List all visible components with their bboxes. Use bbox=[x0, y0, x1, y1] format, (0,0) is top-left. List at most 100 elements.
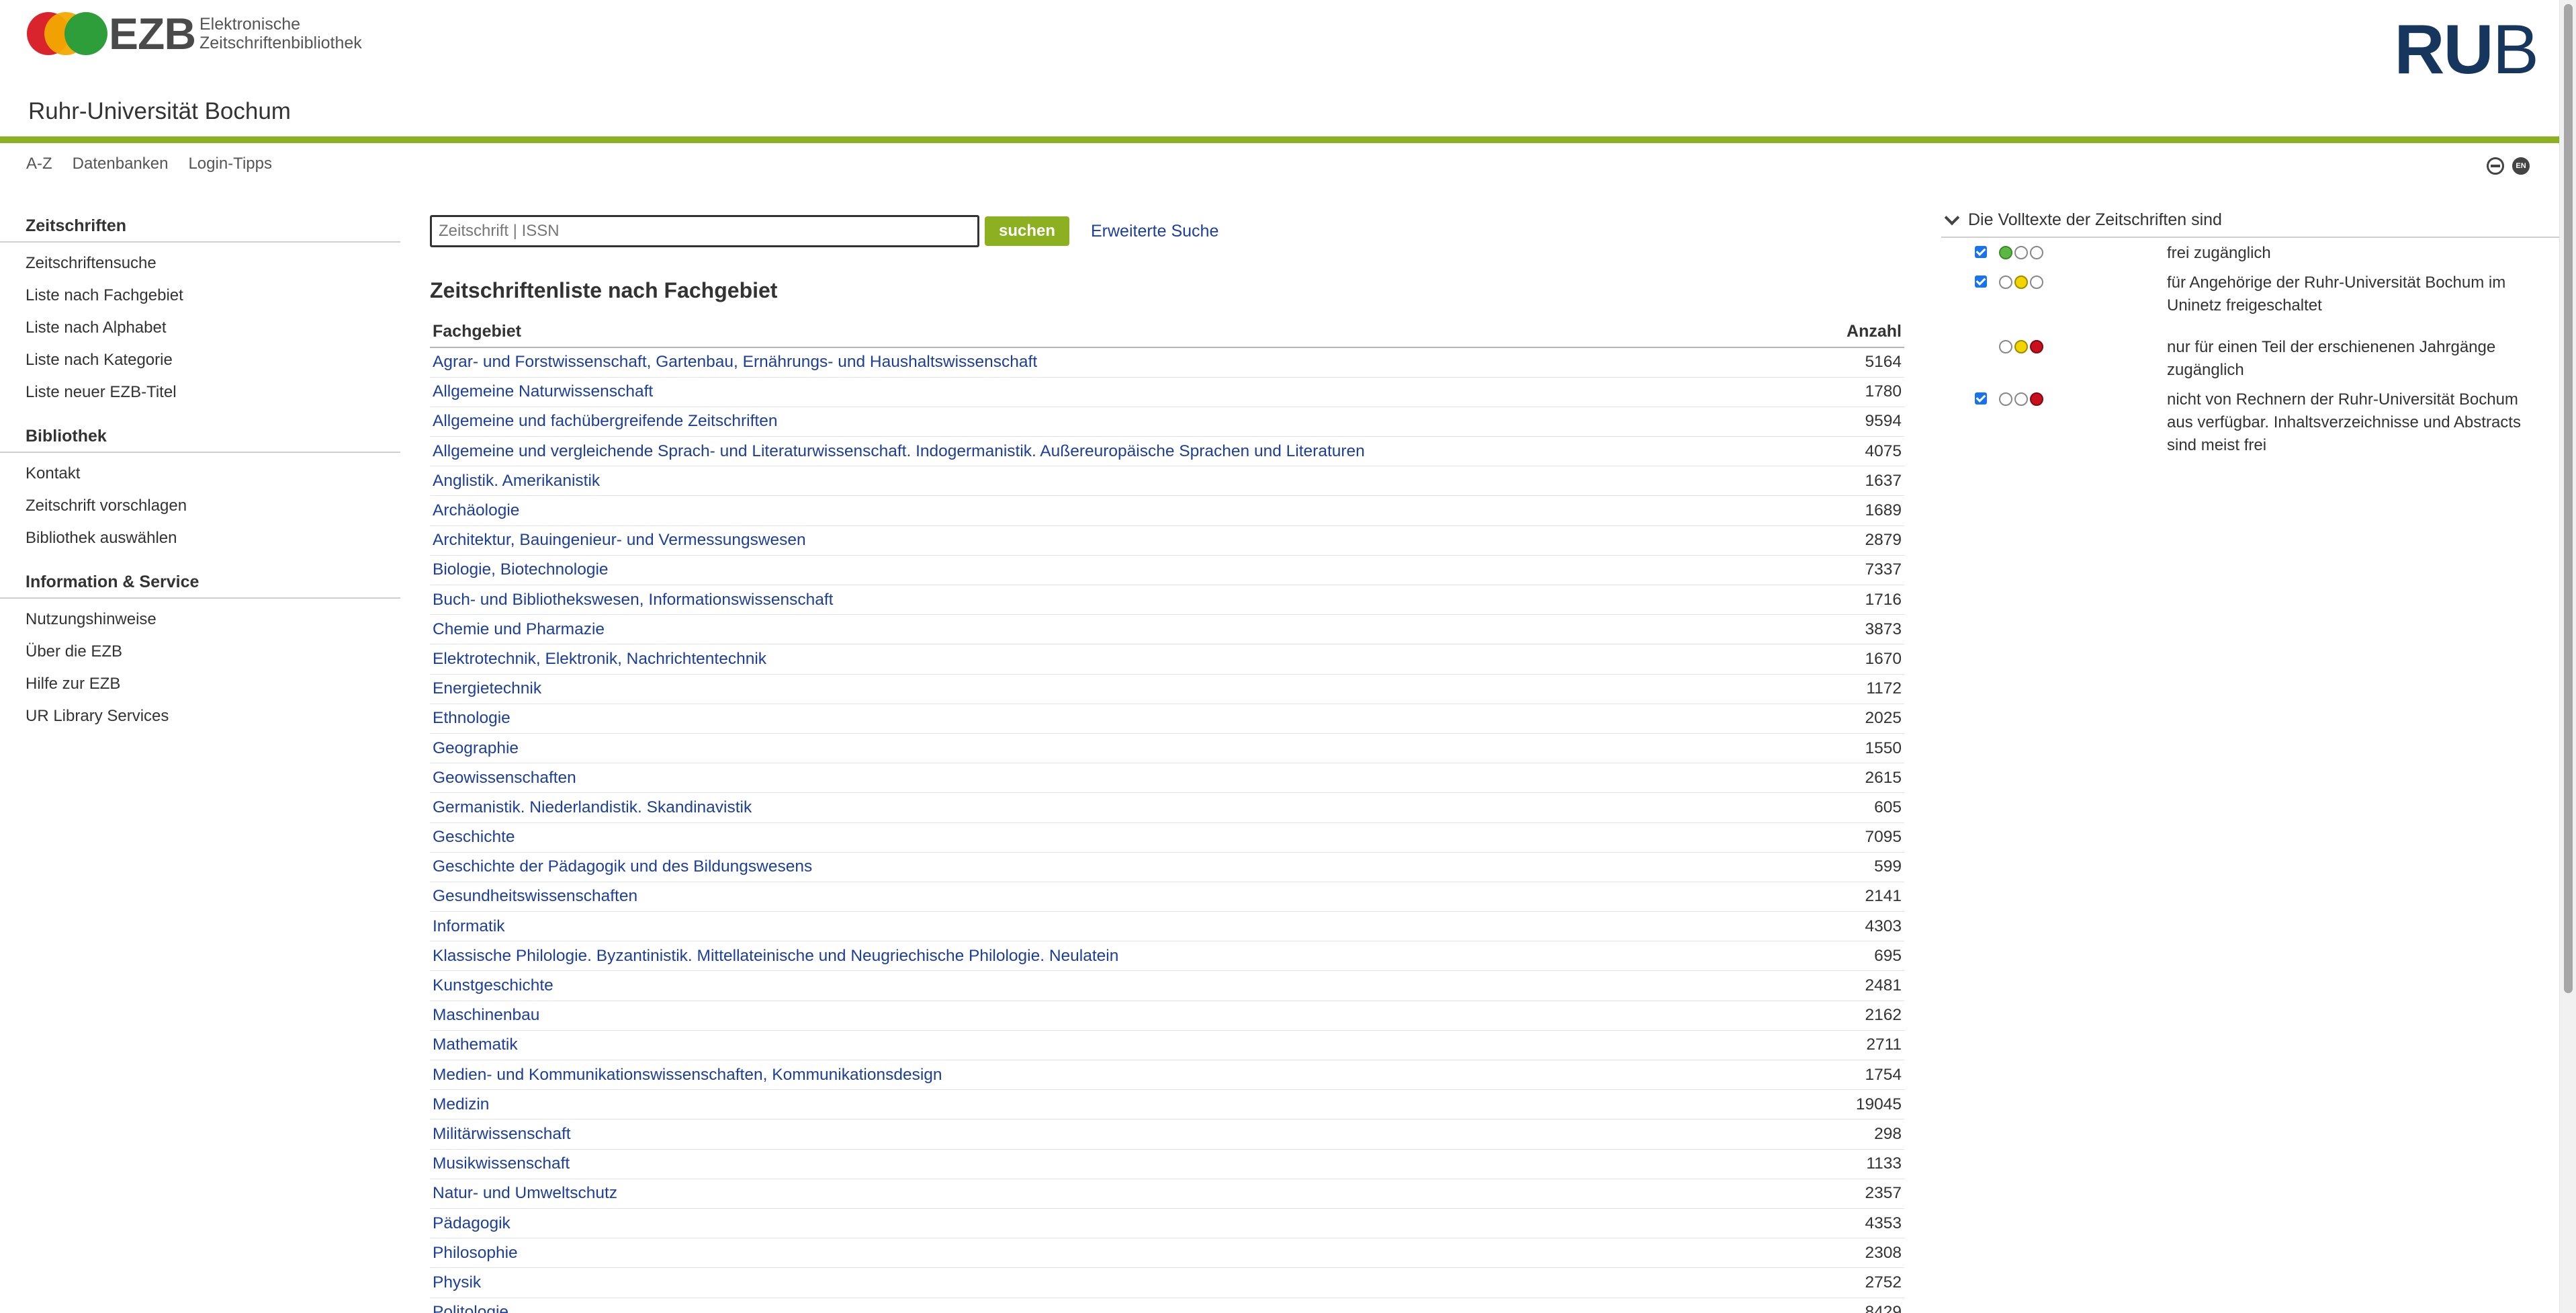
nav-login-tipps[interactable]: Login-Tipps bbox=[188, 155, 272, 173]
table-row: Klassische Philologie. Byzantinistik. Mi… bbox=[430, 941, 1904, 972]
search-bar: suchen Erweiterte Suche bbox=[430, 215, 1904, 247]
subject-link[interactable]: Militärwissenschaft bbox=[430, 1119, 1816, 1150]
language-en-icon[interactable]: EN bbox=[2512, 157, 2530, 175]
subject-link[interactable]: Geschichte bbox=[430, 822, 1816, 853]
subject-link[interactable]: Natur- und Umweltschutz bbox=[430, 1179, 1816, 1209]
nav-a-z[interactable]: A-Z bbox=[26, 155, 52, 173]
subject-count: 7095 bbox=[1815, 822, 1904, 853]
subject-link[interactable]: Ethnologie bbox=[430, 704, 1816, 734]
traffic-light-icon bbox=[1999, 392, 2043, 406]
legend-checkbox[interactable] bbox=[1975, 246, 1987, 258]
main-content: suchen Erweiterte Suche Zeitschriftenlis… bbox=[430, 215, 1904, 1313]
subject-link[interactable]: Archäologie bbox=[430, 495, 1816, 526]
sidebar-item-neue-titel[interactable]: Liste neuer EZB-Titel bbox=[0, 376, 400, 408]
sidebar-item-zeitschriftensuche[interactable]: Zeitschriftensuche bbox=[0, 247, 400, 279]
subject-link[interactable]: Medien- und Kommunikationswissenschaften… bbox=[430, 1060, 1816, 1091]
subject-count: 599 bbox=[1815, 852, 1904, 882]
subject-link[interactable]: Kunstgeschichte bbox=[430, 970, 1816, 1001]
subject-link[interactable]: Philosophie bbox=[430, 1238, 1816, 1269]
search-button[interactable]: suchen bbox=[985, 216, 1069, 246]
subject-link[interactable]: Geographie bbox=[430, 733, 1816, 764]
sidebar-item-hilfe[interactable]: Hilfe zur EZB bbox=[0, 667, 400, 700]
subject-link[interactable]: Gesundheitswissenschaften bbox=[430, 882, 1816, 913]
table-row: Allgemeine und fachübergreifende Zeitsch… bbox=[430, 407, 1904, 437]
ezb-logo-subtitle: Elektronische Zeitschriftenbibliothek bbox=[199, 15, 362, 52]
table-row: Politologie 8429 bbox=[430, 1298, 1904, 1313]
subject-count: 2308 bbox=[1815, 1238, 1904, 1269]
subject-link[interactable]: Musikwissenschaft bbox=[430, 1149, 1816, 1179]
subject-count: 2141 bbox=[1815, 882, 1904, 913]
subject-link[interactable]: Chemie und Pharmazie bbox=[430, 614, 1816, 645]
subject-link[interactable]: Maschinenbau bbox=[430, 1001, 1816, 1031]
sidebar-item-zeitschrift-vorschlagen[interactable]: Zeitschrift vorschlagen bbox=[0, 489, 400, 521]
subject-link[interactable]: Anglistik. Amerikanistik bbox=[430, 466, 1816, 497]
contrast-toggle-icon[interactable] bbox=[2487, 157, 2504, 175]
table-row: Energietechnik 1172 bbox=[430, 674, 1904, 704]
subject-link[interactable]: Mathematik bbox=[430, 1030, 1816, 1061]
sidebar-item-liste-alphabet[interactable]: Liste nach Alphabet bbox=[0, 311, 400, 343]
advanced-search-link[interactable]: Erweiterte Suche bbox=[1091, 222, 1218, 241]
subject-count: 1670 bbox=[1815, 644, 1904, 675]
subject-link[interactable]: Medizin bbox=[430, 1089, 1816, 1120]
legend-title: Die Volltexte der Zeitschriften sind bbox=[1968, 210, 2222, 229]
subject-link[interactable]: Informatik bbox=[430, 911, 1816, 942]
legend-entry: frei zugänglich bbox=[1941, 242, 2559, 271]
legend-text: nur für einen Teil der erschienenen Jahr… bbox=[2167, 338, 2496, 379]
subject-link[interactable]: Energietechnik bbox=[430, 674, 1816, 704]
subject-link[interactable]: Germanistik. Niederlandistik. Skandinavi… bbox=[430, 792, 1816, 823]
subject-link[interactable]: Biologie, Biotechnologie bbox=[430, 555, 1816, 586]
table-row: Geschichte 7095 bbox=[430, 822, 1904, 853]
access-legend: Die Volltexte der Zeitschriften sind fre… bbox=[1941, 210, 2559, 456]
sidebar-item-ueber-ezb[interactable]: Über die EZB bbox=[0, 635, 400, 667]
scrollbar-thumb[interactable] bbox=[2564, 4, 2573, 993]
nav-datenbanken[interactable]: Datenbanken bbox=[73, 155, 169, 173]
rub-logo[interactable]: RUB bbox=[2394, 15, 2539, 85]
sidebar-heading: Zeitschriften bbox=[0, 214, 400, 243]
subject-link[interactable]: Architektur, Bauingenieur- und Vermessun… bbox=[430, 525, 1816, 556]
top-navigation: A-Z Datenbanken Login-Tipps bbox=[26, 155, 272, 173]
sidebar-item-liste-fachgebiet[interactable]: Liste nach Fachgebiet bbox=[0, 279, 400, 311]
ezb-logo[interactable]: EZB Elektronische Zeitschriftenbibliothe… bbox=[27, 11, 362, 56]
sidebar-item-liste-kategorie[interactable]: Liste nach Kategorie bbox=[0, 343, 400, 376]
subject-count: 1754 bbox=[1815, 1060, 1904, 1091]
subject-link[interactable]: Elektrotechnik, Elektronik, Nachrichtent… bbox=[430, 644, 1816, 675]
subject-link[interactable]: Allgemeine Naturwissenschaft bbox=[430, 377, 1816, 407]
subject-link[interactable]: Agrar- und Forstwissenschaft, Gartenbau,… bbox=[430, 347, 1816, 378]
legend-checkbox[interactable] bbox=[1975, 392, 1987, 405]
subject-count: 1133 bbox=[1815, 1149, 1904, 1179]
subject-count: 2879 bbox=[1815, 525, 1904, 556]
subject-count: 8429 bbox=[1815, 1298, 1904, 1313]
sidebar-item-bibliothek-auswaehlen[interactable]: Bibliothek auswählen bbox=[0, 521, 400, 554]
traffic-light-icon bbox=[1999, 340, 2043, 353]
legend-header[interactable]: Die Volltexte der Zeitschriften sind bbox=[1941, 210, 2559, 238]
table-row: Archäologie 1689 bbox=[430, 495, 1904, 526]
sidebar-heading: Bibliothek bbox=[0, 424, 400, 453]
subject-link[interactable]: Allgemeine und vergleichende Sprach- und… bbox=[430, 436, 1816, 467]
sidebar-item-ur-library-services[interactable]: UR Library Services bbox=[0, 700, 400, 732]
subject-link[interactable]: Allgemeine und fachübergreifende Zeitsch… bbox=[430, 407, 1816, 437]
sidebar-item-nutzungshinweise[interactable]: Nutzungshinweise bbox=[0, 603, 400, 635]
vertical-scrollbar[interactable] bbox=[2559, 0, 2576, 1313]
chevron-down-icon[interactable] bbox=[1944, 210, 1960, 225]
column-header-anzahl: Anzahl bbox=[1815, 318, 1904, 348]
subject-link[interactable]: Physik bbox=[430, 1267, 1816, 1298]
subject-count: 1780 bbox=[1815, 377, 1904, 407]
table-row: Germanistik. Niederlandistik. Skandinavi… bbox=[430, 792, 1904, 823]
search-input[interactable] bbox=[430, 215, 979, 247]
subject-link[interactable]: Klassische Philologie. Byzantinistik. Mi… bbox=[430, 941, 1816, 972]
legend-checkbox[interactable] bbox=[1975, 276, 1987, 288]
subject-count: 2711 bbox=[1815, 1030, 1904, 1061]
subject-count: 2025 bbox=[1815, 704, 1904, 734]
legend-entry: für Angehörige der Ruhr-Universität Boch… bbox=[1941, 271, 2559, 325]
subject-link[interactable]: Buch- und Bibliothekswesen, Informations… bbox=[430, 585, 1816, 616]
table-row: Physik 2752 bbox=[430, 1267, 1904, 1298]
subject-link[interactable]: Geowissenschaften bbox=[430, 763, 1816, 794]
sidebar-item-kontakt[interactable]: Kontakt bbox=[0, 457, 400, 489]
subject-link[interactable]: Geschichte der Pädagogik und des Bildung… bbox=[430, 852, 1816, 882]
legend-text: für Angehörige der Ruhr-Universität Boch… bbox=[2167, 273, 2506, 314]
table-row: Buch- und Bibliothekswesen, Informations… bbox=[430, 585, 1904, 616]
subject-link[interactable]: Pädagogik bbox=[430, 1208, 1816, 1239]
subject-link[interactable]: Politologie bbox=[430, 1298, 1816, 1313]
subject-table: Fachgebiet Anzahl Agrar- und Forstwissen… bbox=[430, 318, 1904, 1313]
sidebar-group-information: Information & Service Nutzungshinweise Ü… bbox=[0, 570, 400, 732]
